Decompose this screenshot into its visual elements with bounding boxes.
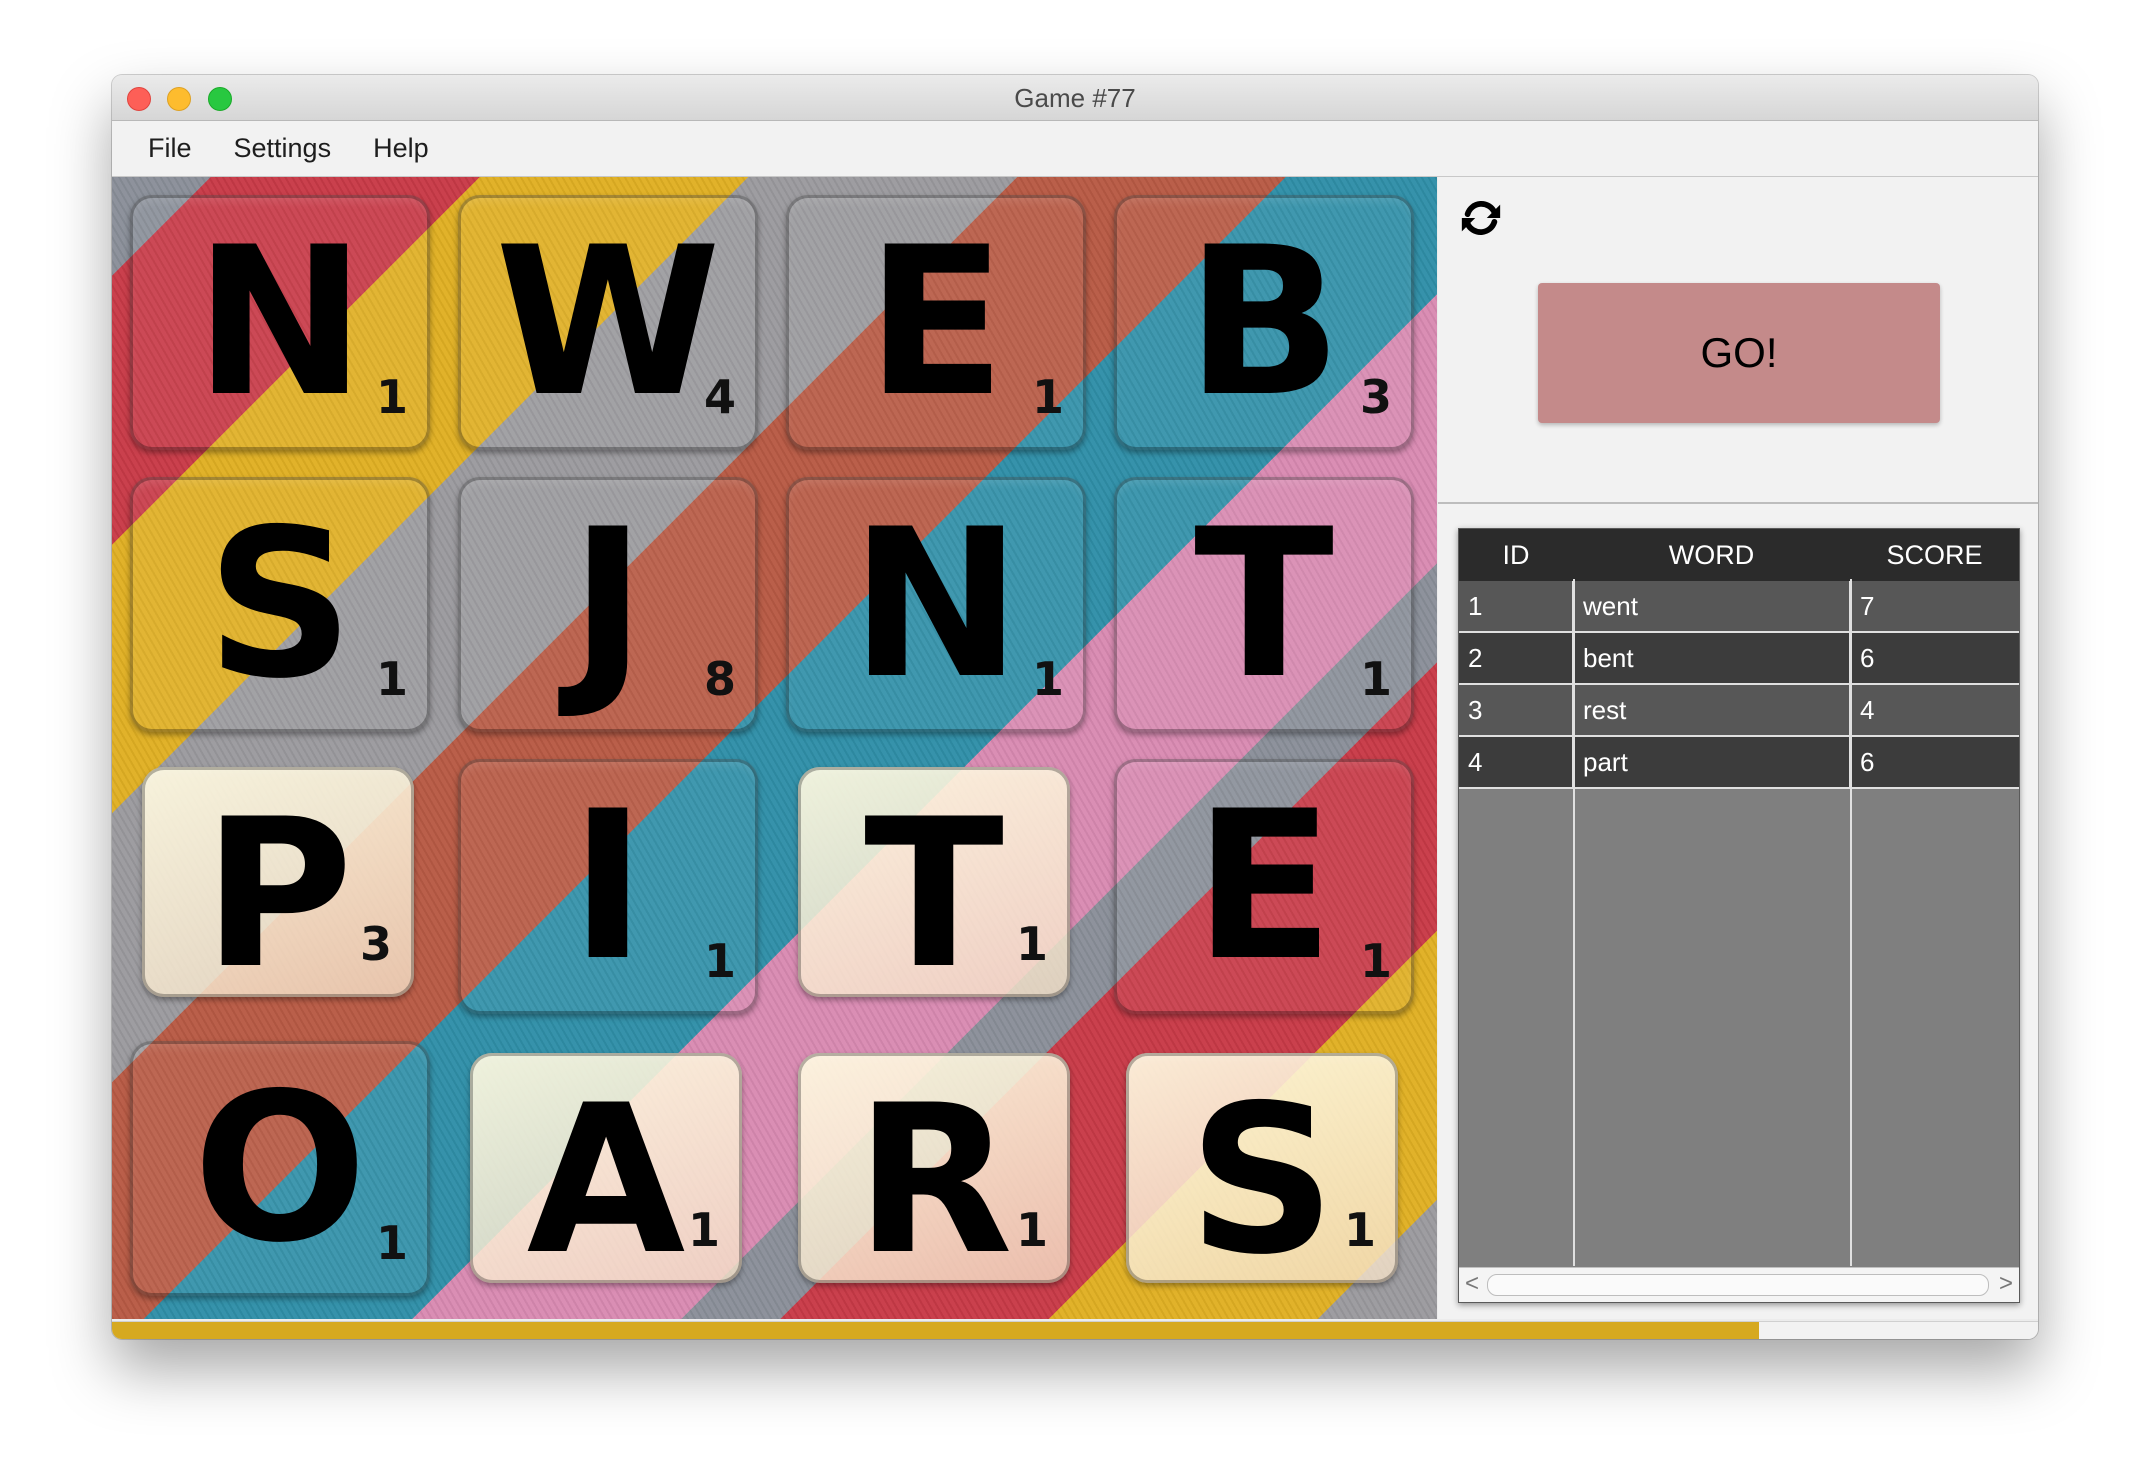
- title-bar: Game #77: [112, 75, 2038, 121]
- menu-file[interactable]: File: [148, 133, 192, 164]
- scrollbar-thumb[interactable]: [1487, 1274, 1989, 1296]
- table-row[interactable]: 3 rest 4: [1459, 684, 2019, 737]
- tile-r1c3[interactable]: E1: [786, 195, 1086, 450]
- cell-score: 4: [1850, 684, 2019, 737]
- cell-word: bent: [1573, 632, 1851, 685]
- tile-r1c1[interactable]: N1: [130, 195, 430, 450]
- cell-score: 6: [1850, 736, 2019, 789]
- tile-value: 1: [375, 1216, 408, 1270]
- tile-value: 1: [375, 652, 408, 706]
- menu-bar: File Settings Help: [112, 121, 2038, 177]
- tile-value: 1: [1359, 652, 1392, 706]
- tile-r3c4[interactable]: E1: [1114, 759, 1414, 1014]
- cell-score: 7: [1850, 581, 2019, 633]
- tile-r2c2[interactable]: J8: [458, 477, 758, 732]
- scroll-left-arrow-icon[interactable]: <: [1465, 1270, 1479, 1298]
- refresh-icon[interactable]: [1458, 195, 1504, 241]
- tile-value: 1: [703, 934, 736, 988]
- tile-value: 4: [703, 370, 736, 424]
- table-row[interactable]: 1 went 7: [1459, 581, 2019, 633]
- tile-value: 1: [1343, 1203, 1376, 1257]
- cell-id: 4: [1459, 736, 1574, 789]
- cell-word: went: [1573, 581, 1851, 633]
- tile-value: 1: [1015, 1203, 1048, 1257]
- tile-r2c1[interactable]: S1: [130, 477, 430, 732]
- timer-progress-bar: [112, 1321, 2038, 1339]
- tile-r4c2[interactable]: A1: [470, 1053, 742, 1284]
- cell-id: 2: [1459, 632, 1574, 685]
- tile-value: 1: [1359, 934, 1392, 988]
- cell-id: 3: [1459, 684, 1574, 737]
- cell-id: 1: [1459, 581, 1574, 633]
- scroll-right-arrow-icon[interactable]: >: [1999, 1270, 2013, 1298]
- words-panel: ID WORD SCORE 1 went 7 2 bent 6 3 rest 4…: [1438, 504, 2038, 1319]
- tile-value: 1: [1031, 652, 1064, 706]
- column-divider: [1573, 579, 1575, 1266]
- header-id[interactable]: ID: [1459, 529, 1573, 581]
- cell-word: part: [1573, 736, 1851, 789]
- cell-word: rest: [1573, 684, 1851, 737]
- table-header-row: ID WORD SCORE: [1459, 529, 2019, 581]
- timer-progress-fill: [112, 1322, 1759, 1339]
- table-row[interactable]: 2 bent 6: [1459, 632, 2019, 685]
- tile-value: 1: [687, 1203, 720, 1257]
- menu-settings[interactable]: Settings: [234, 133, 332, 164]
- tile-value: 1: [1015, 917, 1048, 971]
- column-divider: [1850, 579, 1852, 1266]
- window-title: Game #77: [1014, 83, 1136, 113]
- tile-r4c3[interactable]: R1: [798, 1053, 1070, 1284]
- tile-r1c2[interactable]: W4: [458, 195, 758, 450]
- horizontal-scrollbar[interactable]: < >: [1459, 1267, 2019, 1302]
- tile-r3c2[interactable]: I1: [458, 759, 758, 1014]
- tile-r3c3[interactable]: T1: [798, 767, 1070, 998]
- control-panel: GO!: [1438, 177, 2038, 504]
- words-table: ID WORD SCORE 1 went 7 2 bent 6 3 rest 4…: [1458, 528, 2020, 1303]
- letter-board: N1 W4 E1 B3 S1 J8 N1 T1 P3 I1 T1 E1 O1 A…: [112, 177, 1437, 1319]
- header-score[interactable]: SCORE: [1850, 529, 2019, 581]
- tile-r3c1[interactable]: P3: [142, 767, 414, 998]
- header-word[interactable]: WORD: [1573, 529, 1850, 581]
- tile-value: 1: [375, 370, 408, 424]
- menu-help[interactable]: Help: [373, 133, 429, 164]
- tile-r4c4[interactable]: S1: [1126, 1053, 1398, 1284]
- go-button[interactable]: GO!: [1538, 283, 1940, 423]
- tile-value: 3: [359, 917, 392, 971]
- game-window: Game #77 File Settings Help N1 W4 E1 B3 …: [112, 75, 2038, 1339]
- tile-value: 3: [1359, 370, 1392, 424]
- cell-score: 6: [1850, 632, 2019, 685]
- tile-value: 1: [1031, 370, 1064, 424]
- tile-r2c3[interactable]: N1: [786, 477, 1086, 732]
- tile-r2c4[interactable]: T1: [1114, 477, 1414, 732]
- tile-r1c4[interactable]: B3: [1114, 195, 1414, 450]
- tile-value: 8: [703, 652, 736, 706]
- tile-r4c1[interactable]: O1: [130, 1041, 430, 1296]
- table-row[interactable]: 4 part 6: [1459, 736, 2019, 789]
